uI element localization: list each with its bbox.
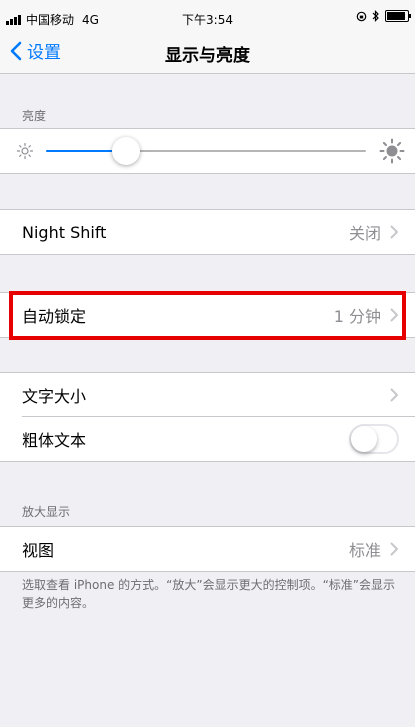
auto-lock-row[interactable]: 自动锁定 1 分钟 bbox=[0, 293, 415, 337]
text-group: 文字大小 粗体文本 bbox=[0, 372, 415, 462]
night-shift-group: Night Shift 关闭 bbox=[0, 209, 415, 255]
auto-lock-group: 自动锁定 1 分钟 bbox=[0, 292, 415, 338]
battery-icon bbox=[385, 10, 411, 22]
zoom-group: 视图 标准 bbox=[0, 526, 415, 572]
text-size-label: 文字大小 bbox=[22, 387, 87, 406]
chevron-right-icon bbox=[390, 308, 398, 322]
sun-small-icon bbox=[16, 142, 34, 160]
bold-text-toggle[interactable] bbox=[349, 424, 399, 454]
brightness-header: 亮度 bbox=[22, 109, 47, 123]
sun-large-icon bbox=[379, 138, 405, 164]
brightness-slider-row bbox=[0, 129, 415, 173]
brightness-group bbox=[0, 128, 415, 174]
bold-text-label: 粗体文本 bbox=[22, 431, 87, 450]
text-size-row[interactable]: 文字大小 bbox=[0, 373, 415, 417]
night-shift-value: 关闭 bbox=[348, 224, 381, 243]
bold-text-row: 粗体文本 bbox=[0, 417, 415, 461]
night-shift-row[interactable]: Night Shift 关闭 bbox=[0, 210, 415, 254]
night-shift-label: Night Shift bbox=[22, 222, 107, 242]
brightness-slider[interactable] bbox=[46, 137, 366, 165]
brightness-slider-thumb[interactable] bbox=[112, 137, 140, 165]
orientation-lock-icon bbox=[356, 11, 367, 21]
toggle-knob bbox=[351, 426, 377, 452]
status-right bbox=[356, 10, 411, 22]
auto-lock-label: 自动锁定 bbox=[22, 307, 87, 326]
zoom-header: 放大显示 bbox=[22, 505, 71, 519]
chevron-right-icon bbox=[390, 388, 398, 402]
chevron-right-icon bbox=[390, 542, 398, 556]
chevron-right-icon bbox=[390, 225, 398, 239]
view-label: 视图 bbox=[22, 541, 55, 560]
view-row[interactable]: 视图 标准 bbox=[0, 527, 415, 571]
bluetooth-icon bbox=[372, 10, 379, 22]
page-title: 显示与亮度 bbox=[165, 46, 250, 66]
navigation-bar: 设置 显示与亮度 bbox=[0, 30, 415, 74]
view-value: 标准 bbox=[348, 541, 381, 560]
auto-lock-value: 1 分钟 bbox=[333, 307, 381, 326]
status-time: 下午3:54 bbox=[182, 13, 233, 27]
zoom-footer-note: 选取查看 iPhone 的方式。“放大”会显示更大的控制项。“标准”会显示更多的… bbox=[22, 578, 396, 610]
